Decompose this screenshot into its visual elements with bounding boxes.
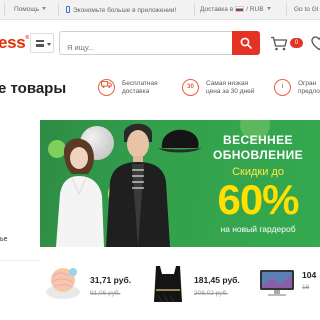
woman-model-image	[56, 138, 104, 247]
product-old-price: 208,02 руб.	[194, 290, 229, 297]
chevron-down-icon	[47, 43, 51, 46]
cart-button[interactable]	[270, 36, 288, 56]
search-icon	[240, 37, 252, 49]
feature-line: доставка	[122, 88, 150, 95]
cart-icon	[271, 36, 288, 51]
trademark-icon: ®	[25, 35, 29, 41]
category-menu-button[interactable]	[30, 33, 54, 53]
top-bar: Помощь Экономьте больше в приложении! До…	[0, 0, 320, 20]
product-card[interactable]	[258, 268, 296, 305]
hamburger-icon	[36, 40, 44, 47]
feature-line: Огран	[298, 80, 317, 87]
divider	[0, 260, 40, 261]
divider	[58, 3, 59, 16]
delivery-label: Доставка в	[200, 6, 234, 13]
feature-free-delivery: Бесплатная доставка	[122, 80, 158, 96]
currency-label: RUB	[249, 6, 264, 13]
product-card[interactable]	[43, 262, 83, 307]
banner-headline: ВЕСЕННЕЕ	[223, 133, 293, 147]
cart-count-badge: 0	[290, 38, 303, 48]
product-price: 31,71 руб.	[90, 275, 132, 285]
phone-icon	[66, 6, 70, 13]
wishlist-button[interactable]	[311, 36, 320, 56]
help-link[interactable]: Помощь	[14, 6, 47, 13]
chevron-down-icon	[42, 7, 47, 10]
feature-line: цена за 30 дней	[206, 88, 255, 95]
app-promo-label: Экономьте больше в приложении!	[73, 7, 177, 14]
app-promo-link[interactable]: Экономьте больше в приложении!	[66, 6, 176, 14]
delivery-icon	[98, 79, 115, 96]
hat-image	[158, 129, 202, 153]
banner-subtitle: на новый гардероб	[220, 224, 296, 234]
russia-flag-icon	[235, 6, 245, 12]
banner-discount-percent: 60%	[217, 176, 299, 223]
chevron-down-icon	[266, 7, 271, 10]
heart-icon	[311, 36, 320, 51]
feature-line: Самая низкая	[206, 80, 249, 87]
feature-line: предло	[298, 88, 320, 95]
help-label: Помощь	[14, 6, 40, 13]
product-card[interactable]	[150, 262, 186, 311]
divider	[194, 3, 195, 16]
divider	[286, 3, 287, 16]
search-button[interactable]	[232, 31, 260, 55]
logo[interactable]: ess®	[0, 33, 29, 53]
logo-text: ess	[0, 33, 26, 52]
product-image-monitor	[260, 270, 294, 296]
product-old-price: 91,06 руб.	[90, 290, 121, 297]
sidebar-item[interactable]: ье	[0, 236, 8, 243]
product-price: 104	[302, 270, 317, 280]
banner-headline: ОБНОВЛЕНИЕ	[212, 148, 304, 162]
product-image-massage-balls	[46, 268, 80, 299]
delivery-currency-selector[interactable]: Доставка в / RUB	[200, 6, 271, 13]
search-input[interactable]	[59, 31, 232, 55]
divider	[4, 3, 5, 16]
feature-limited-offer: Огран предло	[298, 80, 320, 96]
price-30-days-icon: 30	[182, 79, 199, 96]
product-old-price: 16	[302, 284, 310, 291]
product-price: 181,45 руб.	[194, 275, 240, 285]
page: Помощь Экономьте больше в приложении! До…	[0, 0, 320, 320]
section-title: е товары	[0, 80, 67, 97]
goto-global-link[interactable]: Go to Gl	[294, 6, 318, 13]
feature-line: Бесплатная	[122, 80, 158, 87]
product-image-top	[154, 266, 182, 303]
info-icon: i	[274, 79, 291, 96]
feature-lowest-price: Самая низкая цена за 30 дней	[206, 80, 254, 96]
